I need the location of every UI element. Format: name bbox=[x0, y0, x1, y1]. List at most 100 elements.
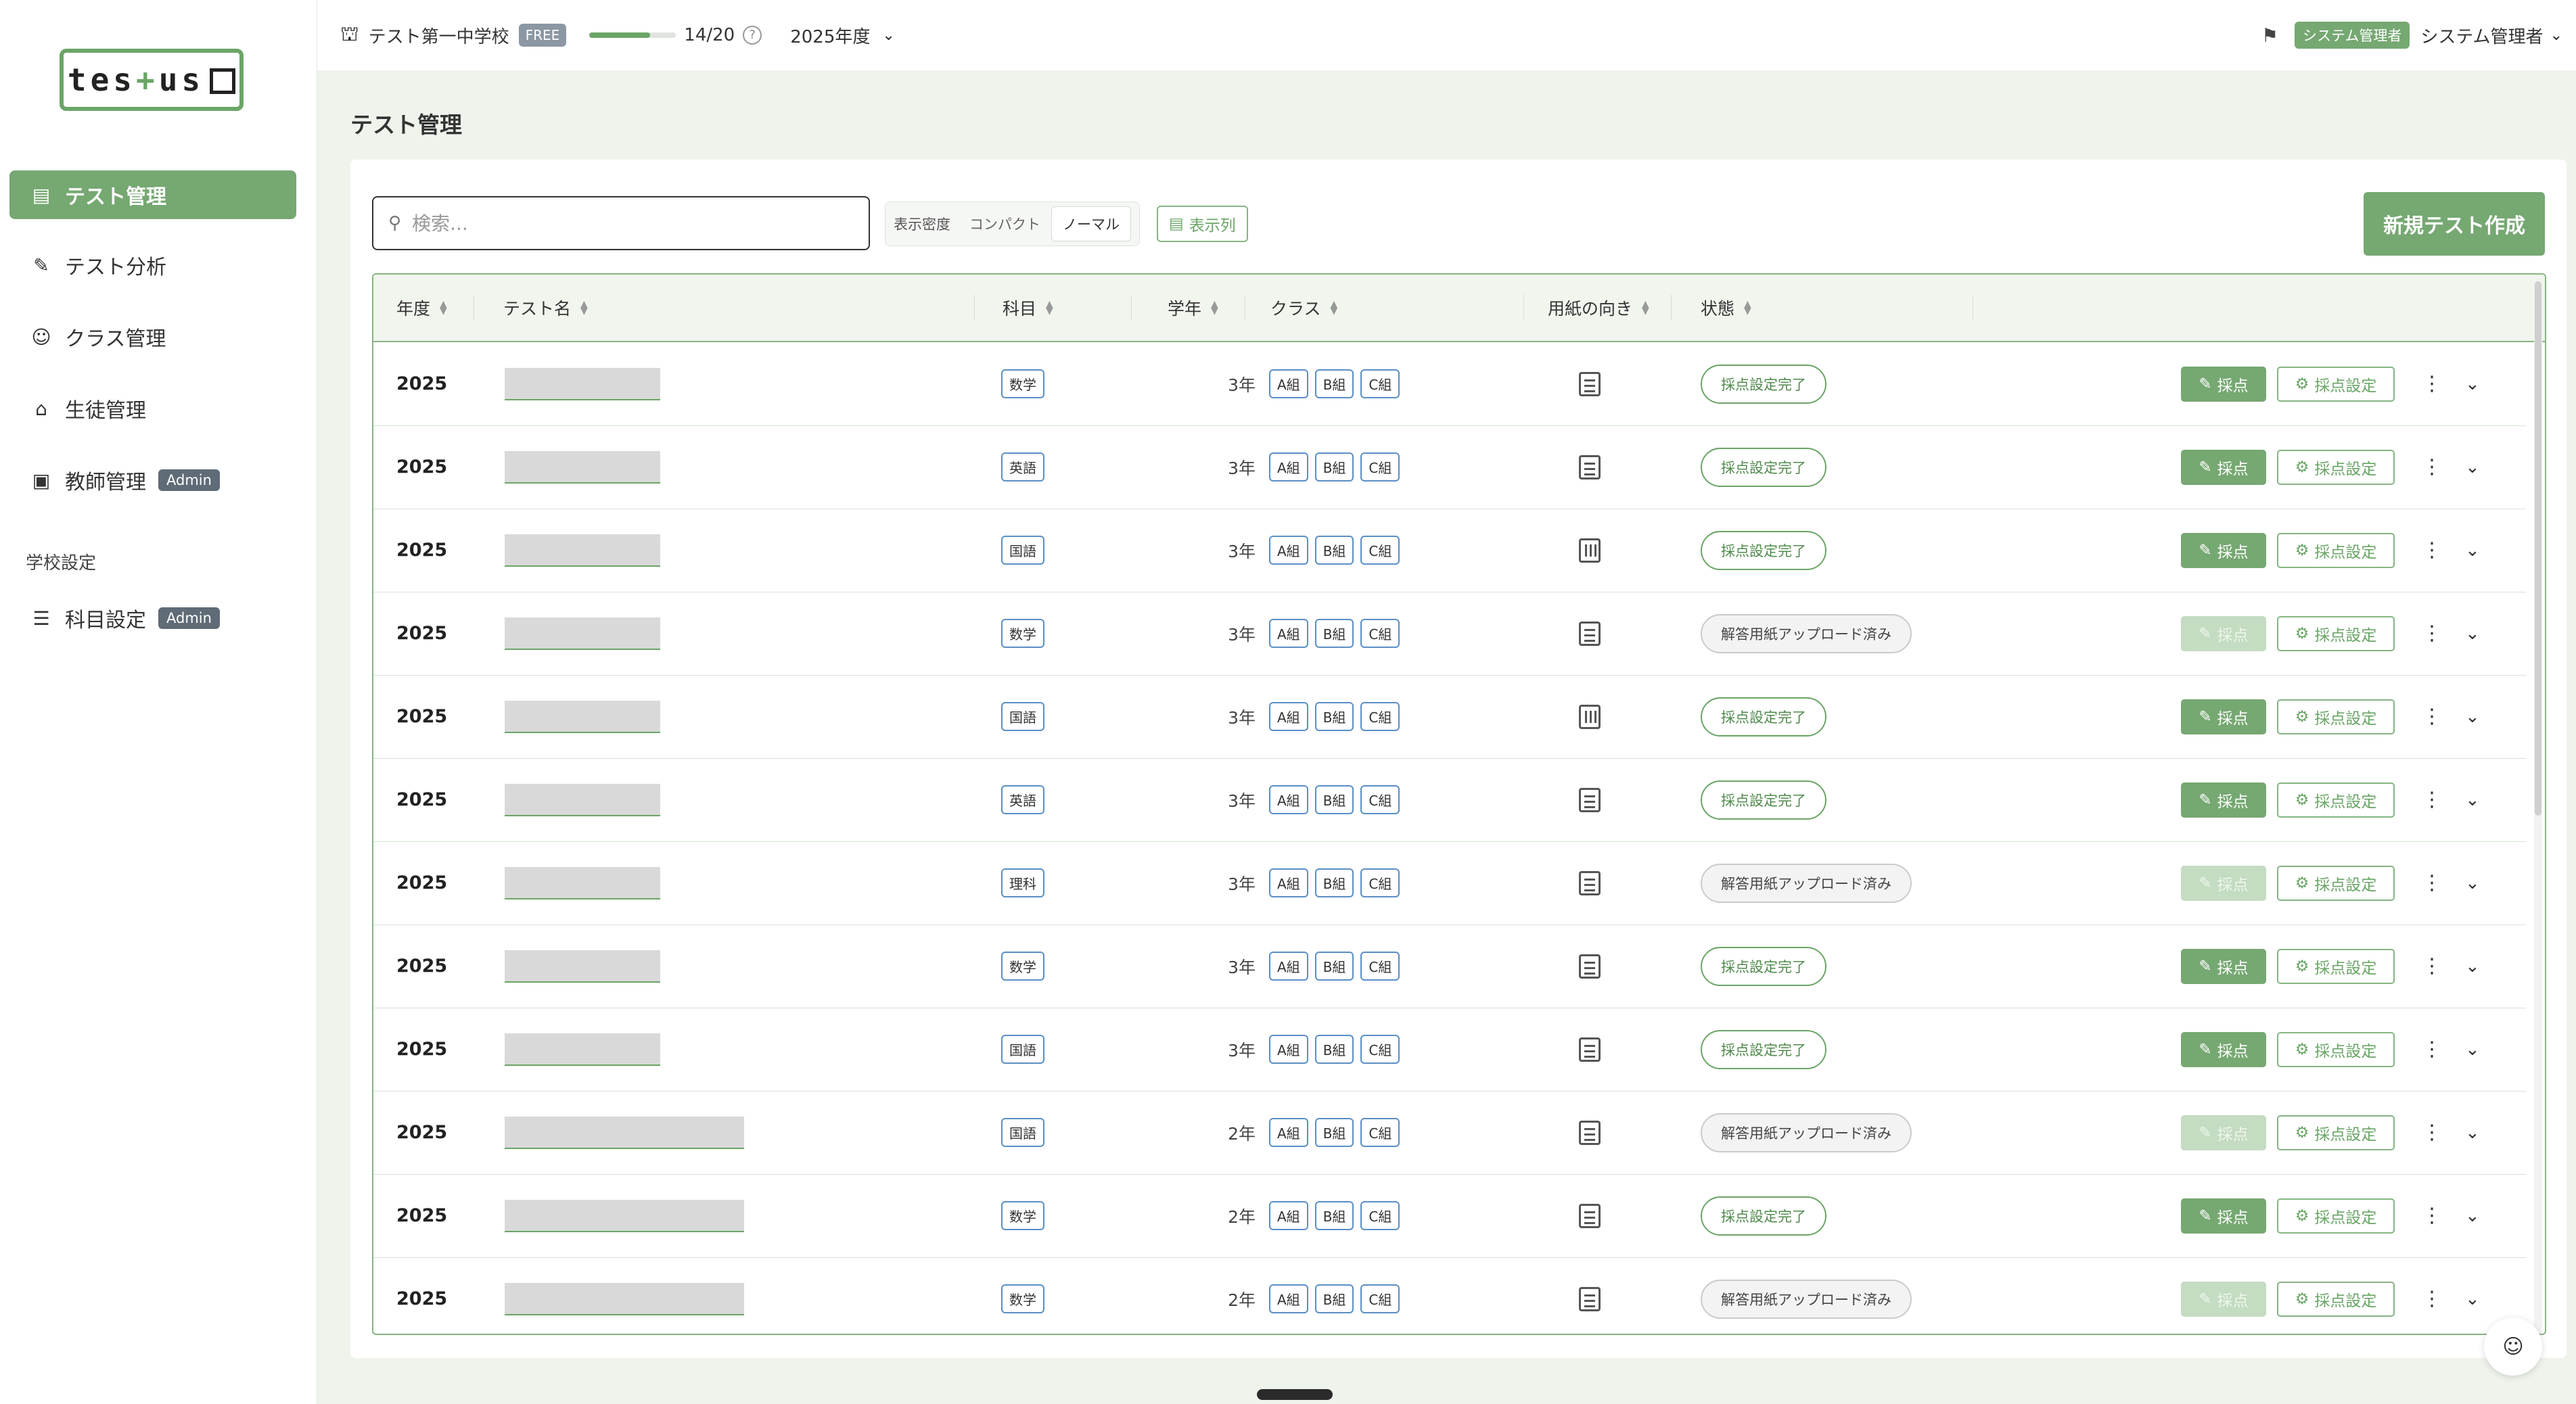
school-name[interactable]: テスト第一中学校 bbox=[369, 23, 509, 48]
column-header-name[interactable]: テスト名 ▲ ▼ bbox=[503, 275, 588, 341]
redacted-test-name[interactable] bbox=[505, 1282, 744, 1315]
year-select[interactable]: 2025年度 bbox=[790, 23, 870, 48]
redacted-test-name[interactable] bbox=[505, 617, 660, 650]
column-header-grade[interactable]: 学年 ▲ ▼ bbox=[1168, 275, 1218, 341]
cell-test-name[interactable] bbox=[505, 758, 660, 841]
grading-settings-button[interactable]: ⚙ 採点設定 bbox=[2277, 532, 2395, 568]
grade-button[interactable]: ✎ 採点 bbox=[2181, 1031, 2266, 1067]
more-options-icon[interactable]: ⋮ bbox=[2422, 538, 2442, 562]
more-options-icon[interactable]: ⋮ bbox=[2422, 1287, 2442, 1311]
redacted-test-name[interactable] bbox=[505, 866, 660, 899]
column-header-status[interactable]: 状態 ▲ ▼ bbox=[1701, 275, 1751, 341]
chevron-down-icon[interactable]: ⌄ bbox=[2465, 1206, 2480, 1226]
user-menu[interactable]: システム管理者 bbox=[2420, 23, 2543, 48]
sidebar-item-subject-settings[interactable]: ☰ 科目設定 Admin bbox=[9, 594, 296, 642]
cell-test-name[interactable] bbox=[505, 675, 660, 758]
grading-settings-button[interactable]: ⚙ 採点設定 bbox=[2277, 1281, 2395, 1317]
new-test-button[interactable]: 新規テスト作成 bbox=[2364, 192, 2545, 256]
app-logo[interactable]: tes+us bbox=[60, 49, 244, 111]
more-options-icon[interactable]: ⋮ bbox=[2422, 1204, 2442, 1227]
cell-test-name[interactable] bbox=[505, 592, 660, 675]
redacted-test-name[interactable] bbox=[505, 367, 660, 400]
more-options-icon[interactable]: ⋮ bbox=[2422, 1121, 2442, 1144]
redacted-test-name[interactable] bbox=[505, 700, 660, 733]
grade-button[interactable]: ✎ 採点 bbox=[2181, 449, 2266, 485]
sidebar-item-test-management[interactable]: ▤ テスト管理 bbox=[9, 170, 296, 219]
cell-test-name[interactable] bbox=[505, 925, 660, 1008]
grading-settings-button[interactable]: ⚙ 採点設定 bbox=[2277, 1115, 2395, 1150]
grade-button[interactable]: ✎ 採点 bbox=[2181, 532, 2266, 568]
redacted-test-name[interactable] bbox=[505, 783, 660, 816]
column-header-class[interactable]: クラス ▲ ▼ bbox=[1270, 275, 1337, 341]
grading-settings-button[interactable]: ⚙ 採点設定 bbox=[2277, 615, 2395, 651]
table-row[interactable]: 2025 理科 3年 A組 B組 C組 解答用紙アップロード済み ✎ 採点 ⚙ 採点設定 ⋮ ⌄ bbox=[373, 841, 2526, 925]
search-input[interactable] bbox=[411, 211, 847, 235]
chevron-down-icon[interactable]: ⌄ bbox=[2465, 956, 2480, 977]
grading-settings-button[interactable]: ⚙ 採点設定 bbox=[2277, 366, 2395, 402]
grade-button[interactable]: ✎ 採点 bbox=[2181, 366, 2266, 402]
table-scrollbar[interactable] bbox=[2534, 280, 2542, 1334]
grading-settings-button[interactable]: ⚙ 採点設定 bbox=[2277, 449, 2395, 485]
cell-test-name[interactable] bbox=[505, 1091, 744, 1174]
column-header-year[interactable]: 年度 ▲ ▼ bbox=[396, 275, 447, 341]
table-row[interactable]: 2025 国語 3年 A組 B組 C組 採点設定完了 ✎ 採点 ⚙ 採点設定 ⋮ ⌄ bbox=[373, 1008, 2526, 1092]
chat-support-button[interactable]: ☺ bbox=[2484, 1317, 2542, 1376]
more-options-icon[interactable]: ⋮ bbox=[2422, 871, 2442, 895]
table-row[interactable]: 2025 国語 3年 A組 B組 C組 採点設定完了 ✎ 採点 ⚙ 採点設定 ⋮ ⌄ bbox=[373, 675, 2526, 759]
chevron-down-icon[interactable]: ⌄ bbox=[2465, 374, 2480, 394]
grading-settings-button[interactable]: ⚙ 採点設定 bbox=[2277, 865, 2395, 901]
grade-button[interactable]: ✎ 採点 bbox=[2181, 1198, 2266, 1234]
cell-test-name[interactable] bbox=[505, 509, 660, 592]
table-row[interactable]: 2025 数学 2年 A組 B組 C組 解答用紙アップロード済み ✎ 採点 ⚙ 採点設定 ⋮ ⌄ bbox=[373, 1257, 2526, 1334]
more-options-icon[interactable]: ⋮ bbox=[2422, 622, 2442, 645]
cell-test-name[interactable] bbox=[505, 1257, 744, 1334]
chevron-down-icon[interactable]: ⌄ bbox=[2465, 707, 2480, 727]
redacted-test-name[interactable] bbox=[505, 1199, 744, 1232]
density-normal-option[interactable]: ノーマル bbox=[1051, 206, 1131, 241]
columns-button[interactable]: ▤ 表示列 bbox=[1157, 206, 1248, 242]
density-compact-option[interactable]: コンパクト bbox=[959, 207, 1051, 241]
redacted-test-name[interactable] bbox=[505, 1033, 660, 1066]
sidebar-item-class-management[interactable]: ☺ クラス管理 bbox=[9, 312, 296, 361]
redacted-test-name[interactable] bbox=[505, 1116, 744, 1149]
cell-test-name[interactable] bbox=[505, 342, 660, 425]
column-header-paper[interactable]: 用紙の向き ▲ ▼ bbox=[1548, 275, 1649, 341]
grading-settings-button[interactable]: ⚙ 採点設定 bbox=[2277, 1198, 2395, 1234]
cell-test-name[interactable] bbox=[505, 1174, 744, 1257]
chevron-down-icon[interactable]: ⌄ bbox=[2465, 1039, 2480, 1060]
table-row[interactable]: 2025 数学 3年 A組 B組 C組 解答用紙アップロード済み ✎ 採点 ⚙ 採点設定 ⋮ ⌄ bbox=[373, 592, 2526, 676]
more-options-icon[interactable]: ⋮ bbox=[2422, 705, 2442, 728]
chevron-down-icon[interactable]: ⌄ bbox=[2465, 1289, 2480, 1309]
sidebar-item-student-management[interactable]: ⌂ 生徒管理 bbox=[9, 384, 296, 433]
cell-test-name[interactable] bbox=[505, 425, 660, 509]
table-row[interactable]: 2025 数学 3年 A組 B組 C組 採点設定完了 ✎ 採点 ⚙ 採点設定 ⋮ ⌄ bbox=[373, 925, 2526, 1008]
grade-button[interactable]: ✎ 採点 bbox=[2181, 615, 2266, 651]
grade-button[interactable]: ✎ 採点 bbox=[2181, 699, 2266, 734]
chevron-down-icon[interactable]: ⌄ bbox=[882, 27, 894, 44]
grade-button[interactable]: ✎ 採点 bbox=[2181, 865, 2266, 901]
redacted-test-name[interactable] bbox=[505, 534, 660, 567]
grade-button[interactable]: ✎ 採点 bbox=[2181, 782, 2266, 818]
more-options-icon[interactable]: ⋮ bbox=[2422, 788, 2442, 812]
table-row[interactable]: 2025 国語 3年 A組 B組 C組 採点設定完了 ✎ 採点 ⚙ 採点設定 ⋮ ⌄ bbox=[373, 509, 2526, 592]
more-options-icon[interactable]: ⋮ bbox=[2422, 954, 2442, 978]
search-box[interactable]: ⚲ bbox=[372, 196, 870, 250]
grade-button[interactable]: ✎ 採点 bbox=[2181, 1281, 2266, 1317]
cell-test-name[interactable] bbox=[505, 1008, 660, 1091]
chevron-down-icon[interactable]: ⌄ bbox=[2465, 457, 2480, 477]
column-header-subject[interactable]: 科目 ▲ ▼ bbox=[1003, 275, 1053, 341]
grading-settings-button[interactable]: ⚙ 採点設定 bbox=[2277, 1031, 2395, 1067]
grading-settings-button[interactable]: ⚙ 採点設定 bbox=[2277, 948, 2395, 984]
table-row[interactable]: 2025 英語 3年 A組 B組 C組 採点設定完了 ✎ 採点 ⚙ 採点設定 ⋮ ⌄ bbox=[373, 425, 2526, 509]
chevron-down-icon[interactable]: ⌄ bbox=[2465, 1123, 2480, 1143]
grade-button[interactable]: ✎ 採点 bbox=[2181, 1115, 2266, 1150]
grading-settings-button[interactable]: ⚙ 採点設定 bbox=[2277, 699, 2395, 734]
help-icon[interactable]: ? bbox=[743, 26, 762, 45]
sidebar-item-teacher-management[interactable]: ▣ 教師管理 Admin bbox=[9, 456, 296, 505]
redacted-test-name[interactable] bbox=[505, 450, 660, 484]
more-options-icon[interactable]: ⋮ bbox=[2422, 372, 2442, 396]
redacted-test-name[interactable] bbox=[505, 950, 660, 983]
table-row[interactable]: 2025 数学 2年 A組 B組 C組 採点設定完了 ✎ 採点 ⚙ 採点設定 ⋮ ⌄ bbox=[373, 1174, 2526, 1258]
chevron-down-icon[interactable]: ⌄ bbox=[2550, 27, 2562, 44]
table-row[interactable]: 2025 国語 2年 A組 B組 C組 解答用紙アップロード済み ✎ 採点 ⚙ 採点設定 ⋮ ⌄ bbox=[373, 1091, 2526, 1175]
